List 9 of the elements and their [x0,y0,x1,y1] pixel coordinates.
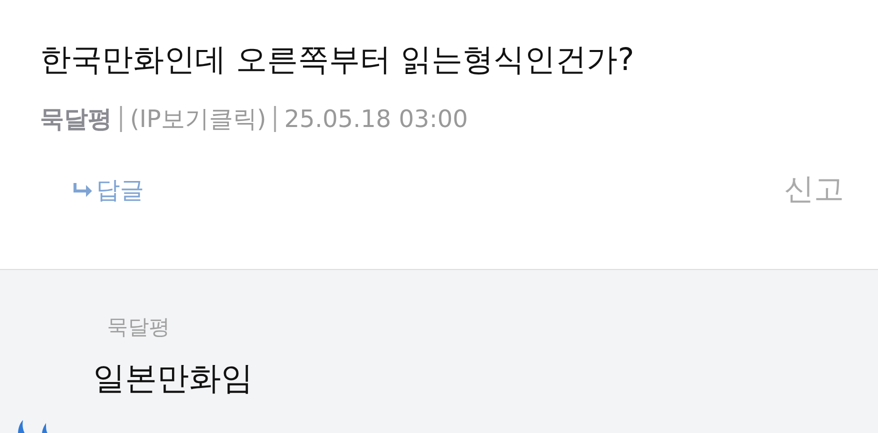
author-name: 묵달평 [40,104,112,135]
post-date: 25.05.18 03:00 [284,104,468,135]
reply-button[interactable]: 답글 [72,173,144,207]
ip-link[interactable]: (IP보기클릭) [130,102,266,136]
post-title: 한국만화인데 오른쪽부터 읽는형식인건가? [40,41,636,80]
reply-arrow-icon [72,182,94,198]
report-button[interactable]: 신고 [784,170,844,210]
comment-author: 묵달평 [107,314,171,341]
comment-text: 일본만화임 [93,358,254,399]
